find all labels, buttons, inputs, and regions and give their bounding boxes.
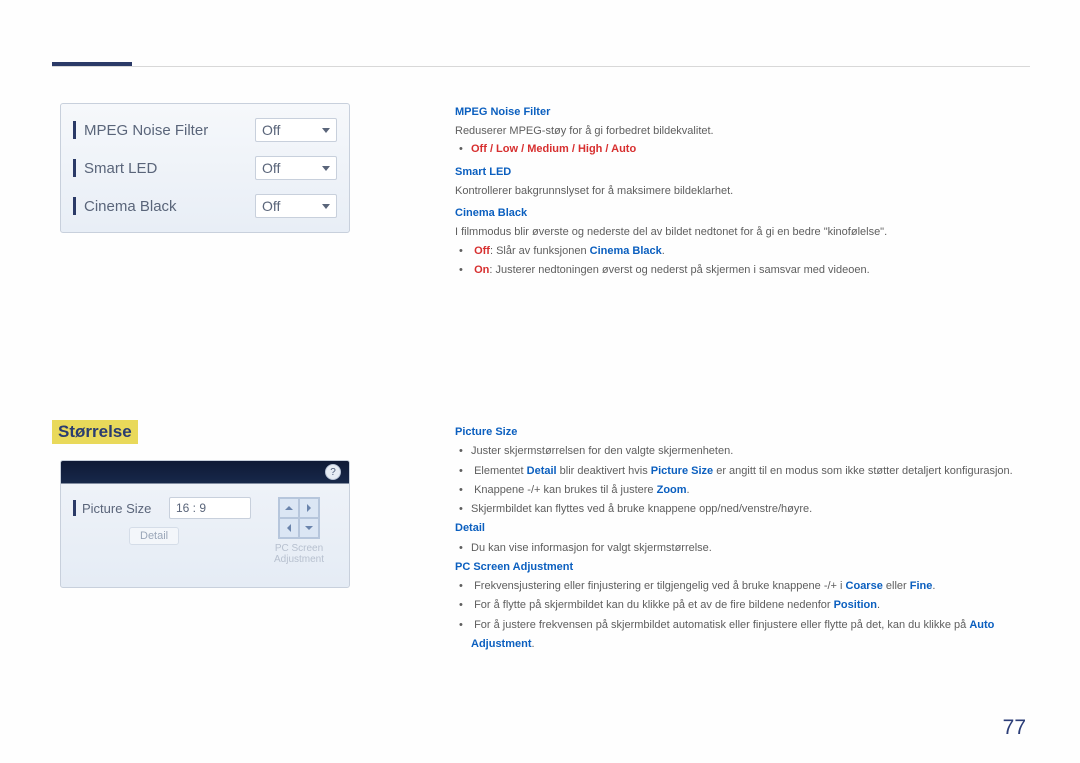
row-marker-icon (73, 500, 76, 516)
list-item: For å justere frekvensen på skjermbildet… (471, 616, 1030, 655)
list-item: Juster skjermstørrelsen for den valgte s… (471, 442, 1030, 461)
desc-smartled: Kontrollerer bakgrunnslyset for å maksim… (455, 182, 1008, 201)
list-item: On: Justerer nedtoningen øverst og neder… (471, 261, 1008, 280)
heading-picturesize: Picture Size (455, 423, 1030, 442)
osd-row-smartled[interactable]: Smart LED Off (61, 149, 349, 187)
osd-label: Cinema Black (84, 198, 255, 215)
position-grid-icon[interactable] (278, 497, 320, 539)
section-title-storrelse: Størrelse (52, 420, 138, 444)
heading-smartled: Smart LED (455, 163, 1008, 182)
list-item: Frekvensjustering eller finjustering er … (471, 577, 1030, 596)
osd-value: 16 : 9 (176, 501, 206, 515)
list-item: Knappene -/+ kan brukes til å justere Zo… (471, 481, 1030, 500)
osd-value: Off (262, 122, 280, 138)
osd-label: Smart LED (84, 160, 255, 177)
chevron-down-icon (322, 204, 330, 209)
doc-section-noise: MPEG Noise Filter Reduserer MPEG-støy fo… (455, 103, 1008, 279)
list-item: Off: Slår av funksjonen Cinema Black. (471, 242, 1008, 261)
osd-panel-noise: MPEG Noise Filter Off Smart LED Off Cine… (60, 103, 350, 233)
osd-row-picturesize[interactable]: Picture Size 16 : 9 (73, 497, 251, 519)
page-number: 77 (1003, 716, 1026, 740)
detail-button[interactable]: Detail (129, 527, 179, 545)
list-item: Elementet Detail blir deaktivert hvis Pi… (471, 462, 1030, 481)
osd-dropdown[interactable]: Off (255, 156, 337, 180)
heading-mpeg: MPEG Noise Filter (455, 103, 1008, 122)
row-marker-icon (73, 197, 76, 215)
options-mpeg: Off / Low / Medium / High / Auto (471, 143, 636, 155)
osd-value: Off (262, 198, 280, 214)
page-header-rule (52, 66, 1030, 67)
osd-value: Off (262, 160, 280, 176)
pc-screen-adj-label: PC Screen Adjustment (261, 543, 337, 565)
desc-mpeg: Reduserer MPEG-støy for å gi forbedret b… (455, 122, 1008, 141)
osd-label: MPEG Noise Filter (84, 122, 255, 139)
cinema-off-keyword: Off (474, 245, 490, 257)
list-item: Skjermbildet kan flyttes ved å bruke kna… (471, 500, 1030, 519)
osd2-header: ? (61, 461, 349, 483)
row-marker-icon (73, 121, 76, 139)
list-item: For å flytte på skjermbildet kan du klik… (471, 596, 1030, 615)
heading-detail: Detail (455, 519, 1030, 538)
osd-label: Picture Size (82, 501, 169, 516)
doc-section-size: Picture Size Juster skjermstørrelsen for… (455, 423, 1030, 654)
list-item: Off / Low / Medium / High / Auto (471, 140, 1008, 159)
osd-row-cinemablack[interactable]: Cinema Black Off (61, 187, 349, 225)
row-marker-icon (73, 159, 76, 177)
chevron-down-icon (322, 128, 330, 133)
help-icon[interactable]: ? (325, 464, 341, 480)
list-item: Du kan vise informasjon for valgt skjerm… (471, 539, 1030, 558)
osd-dropdown[interactable]: 16 : 9 (169, 497, 251, 519)
chevron-down-icon (322, 166, 330, 171)
cinema-on-keyword: On (474, 264, 489, 276)
osd-panel-size: ? Picture Size 16 : 9 Detail PC Screen A… (60, 460, 350, 588)
osd-dropdown[interactable]: Off (255, 194, 337, 218)
osd-dropdown[interactable]: Off (255, 118, 337, 142)
desc-cinema: I filmmodus blir øverste og nederste del… (455, 223, 1008, 242)
osd-row-mpeg[interactable]: MPEG Noise Filter Off (61, 111, 349, 149)
heading-pcsa: PC Screen Adjustment (455, 558, 1030, 577)
heading-cinema: Cinema Black (455, 204, 1008, 223)
